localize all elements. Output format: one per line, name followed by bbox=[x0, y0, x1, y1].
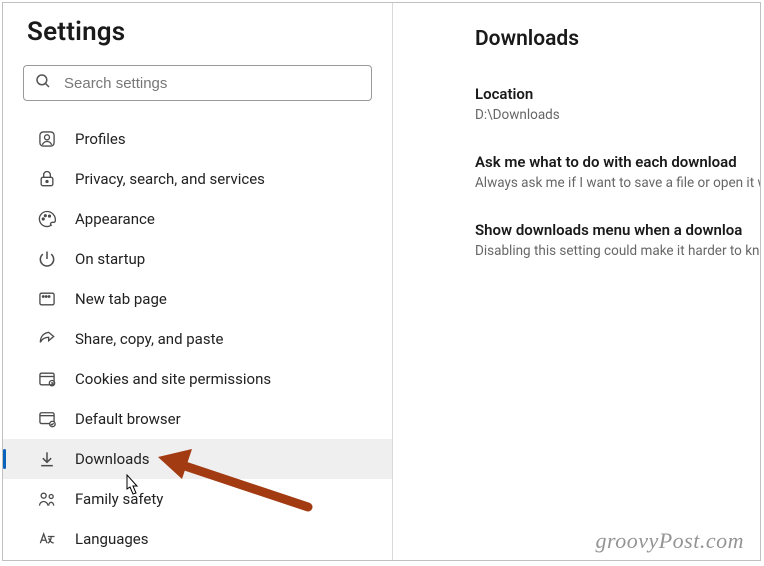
settings-window: Settings bbox=[2, 2, 761, 561]
search-icon bbox=[34, 72, 52, 94]
sidebar-item-cookies[interactable]: Cookies and site permissions bbox=[3, 359, 392, 399]
sidebar-item-newtab[interactable]: New tab page bbox=[3, 279, 392, 319]
setting-ask-download: Ask me what to do with each download Alw… bbox=[475, 153, 760, 191]
setting-title: Show downloads menu when a downloa bbox=[475, 221, 760, 239]
sidebar-item-languages[interactable]: Languages bbox=[3, 519, 392, 559]
sidebar-item-label: New tab page bbox=[75, 290, 167, 308]
family-icon bbox=[37, 489, 57, 509]
cookies-icon bbox=[37, 369, 57, 389]
setting-title: Location bbox=[475, 85, 760, 103]
sidebar-item-downloads[interactable]: Downloads bbox=[3, 439, 392, 479]
sidebar-item-label: Cookies and site permissions bbox=[75, 370, 271, 388]
setting-show-menu: Show downloads menu when a downloa Disab… bbox=[475, 221, 760, 259]
setting-desc: D:\Downloads bbox=[475, 107, 760, 123]
sidebar-item-default-browser[interactable]: Default browser bbox=[3, 399, 392, 439]
download-icon bbox=[37, 449, 57, 469]
search-input[interactable] bbox=[62, 74, 361, 93]
sidebar-item-label: On startup bbox=[75, 250, 145, 268]
sidebar-item-label: Languages bbox=[75, 530, 149, 548]
sidebar-item-startup[interactable]: On startup bbox=[3, 239, 392, 279]
sidebar-item-share[interactable]: Share, copy, and paste bbox=[3, 319, 392, 359]
power-icon bbox=[37, 249, 57, 269]
new-tab-icon bbox=[37, 289, 57, 309]
lock-icon bbox=[37, 169, 57, 189]
settings-title: Settings bbox=[27, 17, 392, 47]
sidebar-item-profiles[interactable]: Profiles bbox=[3, 119, 392, 159]
sidebar-item-label: Profiles bbox=[75, 130, 126, 148]
sidebar-item-label: Family safety bbox=[75, 490, 163, 508]
settings-nav: Profiles Privacy, search, and services bbox=[3, 119, 392, 559]
sidebar-item-privacy[interactable]: Privacy, search, and services bbox=[3, 159, 392, 199]
setting-location: Location D:\Downloads bbox=[475, 85, 760, 123]
setting-desc: Always ask me if I want to save a file o… bbox=[475, 175, 760, 191]
search-container bbox=[23, 65, 372, 101]
settings-main-panel: Downloads Location D:\Downloads Ask me w… bbox=[393, 3, 760, 560]
sidebar-item-family[interactable]: Family safety bbox=[3, 479, 392, 519]
languages-icon bbox=[37, 529, 57, 549]
default-browser-icon bbox=[37, 409, 57, 429]
sidebar-item-label: Share, copy, and paste bbox=[75, 330, 223, 348]
appearance-icon bbox=[37, 209, 57, 229]
share-icon bbox=[37, 329, 57, 349]
search-settings-box[interactable] bbox=[23, 65, 372, 101]
profiles-icon bbox=[37, 129, 57, 149]
settings-sidebar: Settings bbox=[3, 3, 393, 560]
sidebar-item-label: Appearance bbox=[75, 210, 155, 228]
sidebar-item-appearance[interactable]: Appearance bbox=[3, 199, 392, 239]
sidebar-item-label: Downloads bbox=[75, 450, 150, 468]
setting-title: Ask me what to do with each download bbox=[475, 153, 760, 171]
page-heading: Downloads bbox=[475, 27, 760, 51]
sidebar-item-label: Default browser bbox=[75, 410, 181, 428]
setting-desc: Disabling this setting could make it har… bbox=[475, 243, 760, 259]
sidebar-item-label: Privacy, search, and services bbox=[75, 170, 265, 188]
